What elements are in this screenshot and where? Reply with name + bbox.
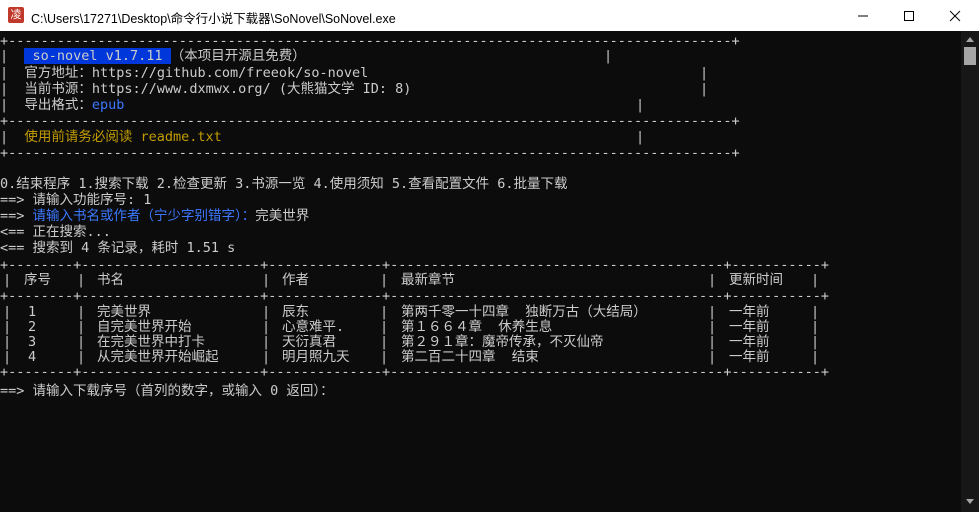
table-border-top: +--------+----------------------+-------… [0,257,830,273]
header-author: 作者 [282,272,309,288]
title-bar[interactable]: 凌 C:\Users\17271\Desktop\命令行小说下载器\SoNove… [0,0,979,31]
close-icon [949,10,961,22]
function-menu: 0.结束程序 1.搜索下载 2.检查更新 3.书源一览 4.使用须知 5.查看配… [0,176,568,192]
scrollbar-thumb[interactable] [964,47,976,65]
prompt-function-number: ==> 请输入功能序号: 1 [0,192,152,208]
readme-notice: 使用前请务必阅读 readme.txt [24,129,222,145]
book-name-input-value: 完美世界 [255,208,310,224]
close-button[interactable] [932,0,978,31]
app-name-highlight: so-novel v1.7.11 [24,48,171,64]
header-latest-chapter: 最新章节 [401,272,455,288]
vertical-scrollbar[interactable] [961,31,979,512]
table-border-header: +--------+----------------------+-------… [0,288,830,304]
scroll-down-arrow-icon[interactable] [966,499,974,504]
banner-border-top: +---------------------------------------… [0,33,740,49]
minimize-button[interactable] [840,0,886,31]
prompt-download-number: ==> 请输入下载序号（首列的数字，或输入 0 返回）： [0,383,334,399]
banner-line-source: | 当前书源：https://www.dxmwx.org/ (大熊猫文学 ID:… [0,81,412,97]
console-window: 凌 C:\Users\17271\Desktop\命令行小说下载器\SoNove… [0,0,979,512]
window-title: C:\Users\17271\Desktop\命令行小说下载器\SoNovel\… [31,12,396,26]
banner-border-bottom: +---------------------------------------… [0,145,740,161]
prompt-book-name: ==> 请输入书名或作者（宁少字别错字）：完美世界 [0,208,310,224]
maximize-icon [904,11,914,21]
banner-border-mid: +---------------------------------------… [0,113,740,129]
maximize-button[interactable] [886,0,932,31]
table-border-bottom: +--------+----------------------+-------… [0,364,830,380]
app-icon: 凌 [8,7,24,23]
status-searching: <== 正在搜索... [0,224,111,240]
export-format-value: epub [91,97,125,113]
header-index: 序号 [24,272,51,288]
scroll-up-arrow-icon[interactable] [966,37,974,42]
banner-line-version: | so-novel v1.7.11 （本项目开源且免费） [0,48,306,64]
header-title: 书名 [97,272,124,288]
console-output[interactable]: +---------------------------------------… [0,31,961,512]
banner-line-format: | 导出格式：epub [0,97,125,113]
banner-notice: | 使用前请务必阅读 readme.txt [0,129,222,145]
banner-line-homepage: | 官方地址：https://github.com/freeok/so-nove… [0,65,369,81]
minimize-icon [858,15,868,17]
header-updated: 更新时间 [729,272,783,288]
status-results: <== 搜索到 4 条记录，耗时 1.51 s [0,240,236,256]
